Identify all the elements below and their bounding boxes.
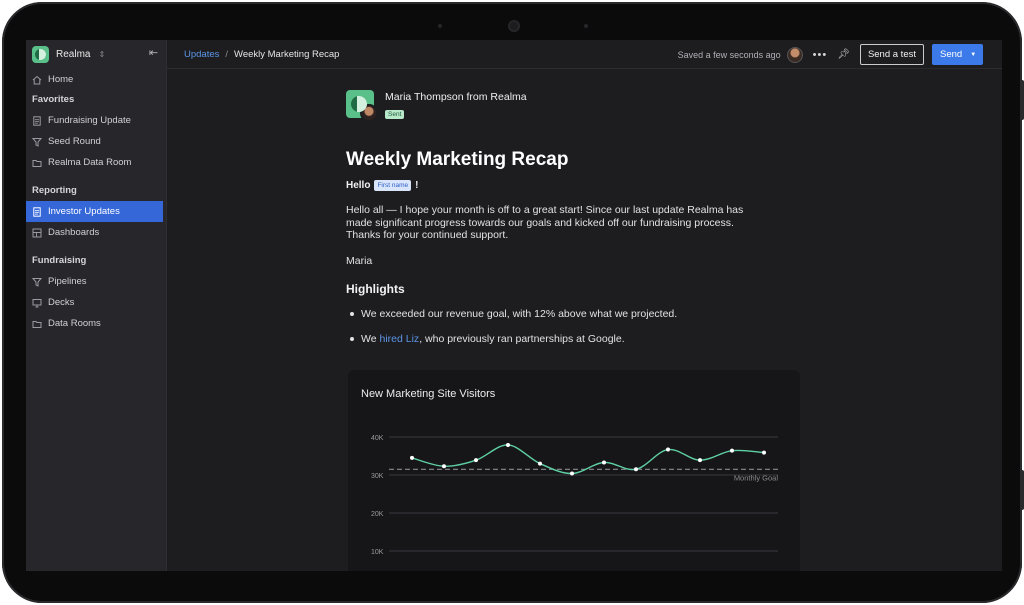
- data-point: [538, 461, 542, 466]
- data-point: [506, 442, 510, 447]
- sidebar-group-favorites: Favorites: [32, 94, 75, 105]
- greeting-end: !: [415, 180, 419, 191]
- sender-avatar: [360, 104, 378, 122]
- folder-icon: [32, 159, 42, 167]
- sidebar-item-label: Decks: [48, 297, 75, 308]
- sensor-dot: [584, 24, 588, 28]
- goal-label: Monthly Goal: [734, 473, 779, 482]
- document-icon: [33, 206, 41, 217]
- data-point: [474, 458, 478, 463]
- bullet-text: , who previously ran partnerships at Goo…: [419, 332, 625, 345]
- highlights-heading: Highlights: [346, 281, 405, 296]
- sender-header: Maria Thompson from Realma Sent: [346, 90, 766, 124]
- pipeline-icon: [32, 277, 42, 287]
- sidebar-item-label: Pipelines: [48, 276, 87, 287]
- folder-icon: [32, 320, 42, 328]
- collapse-sidebar-icon[interactable]: ⇤: [147, 47, 160, 60]
- sidebar-item-label: Realma Data Room: [48, 157, 132, 168]
- y-tick-label: 40K: [371, 435, 384, 442]
- data-point: [634, 467, 638, 472]
- status-badge: Sent: [385, 110, 405, 119]
- list-item: We exceeded our revenue goal, with 12% a…: [346, 308, 766, 333]
- realma-logo-icon: [32, 45, 49, 63]
- workspace-name: Realma: [56, 48, 91, 60]
- sidebar-item-pipelines[interactable]: Pipelines: [26, 271, 166, 292]
- send-test-button[interactable]: Send a test: [859, 44, 924, 65]
- chart-card: New Marketing Site Visitors 40K 30K 20K 10K…: [348, 370, 800, 571]
- data-point: [442, 464, 446, 469]
- body-paragraph: Hello all — I hope your month is off to …: [346, 204, 744, 241]
- data-point: [602, 460, 606, 465]
- breadcrumb-updates[interactable]: Updates: [184, 49, 219, 60]
- breadcrumb-current: Weekly Marketing Recap: [234, 48, 340, 60]
- document-icon: [33, 115, 41, 126]
- sidebar-item-dashboards[interactable]: Dashboards: [26, 222, 166, 243]
- pin-icon[interactable]: 📌︎: [837, 49, 850, 60]
- data-point: [762, 450, 766, 455]
- sidebar-item-fundraising-update[interactable]: Fundraising Update: [26, 110, 166, 131]
- saved-status: Saved a few seconds ago: [677, 49, 781, 60]
- sidebar-item-label: Seed Round: [48, 136, 101, 147]
- sensor-dot: [438, 24, 442, 28]
- power-button: [1020, 470, 1024, 510]
- visitors-line-chart: 40K 30K 20K 10K Monthly Goal: [371, 435, 779, 556]
- realma-logo-icon: [346, 90, 378, 122]
- sidebar: Realma ⇕ ⇤ Home Favorites Fundraising Up…: [26, 40, 167, 571]
- sidebar-item-realma-data-room[interactable]: Realma Data Room: [26, 152, 166, 173]
- sender-name: Maria Thompson from Realma: [385, 91, 527, 103]
- sidebar-item-investor-updates[interactable]: Investor Updates: [26, 201, 163, 222]
- caret-down-icon[interactable]: ▼: [970, 52, 976, 58]
- list-item: We hired Liz, who previously ran partner…: [346, 333, 766, 358]
- dashboard-icon: [32, 228, 42, 237]
- workspace-switcher[interactable]: Realma ⇕: [26, 40, 166, 68]
- email-content: Maria Thompson from Realma Sent Weekly M…: [346, 90, 766, 358]
- y-tick-label: 30K: [371, 473, 384, 480]
- chevron-updown-icon: ⇕: [98, 49, 106, 59]
- sidebar-item-label: Investor Updates: [48, 206, 120, 217]
- data-point: [570, 471, 574, 476]
- bullet-text: We: [361, 332, 380, 345]
- sidebar-item-seed-round[interactable]: Seed Round: [26, 131, 166, 152]
- volume-button: [1020, 80, 1024, 120]
- camera: [508, 20, 520, 32]
- y-tick-label: 20K: [371, 511, 384, 518]
- data-point: [730, 448, 734, 453]
- sidebar-item-label: Dashboards: [48, 227, 100, 238]
- sidebar-item-home[interactable]: Home: [26, 69, 166, 90]
- top-bar: Updates / Weekly Marketing Recap Saved a…: [167, 40, 1002, 69]
- send-button[interactable]: Send ▼: [932, 44, 983, 65]
- sidebar-item-label: Data Rooms: [48, 318, 101, 329]
- sidebar-item-label: Home: [48, 74, 74, 85]
- y-tick-label: 10K: [371, 549, 384, 556]
- email-title: Weekly Marketing Recap: [346, 149, 569, 170]
- app-screen: Realma ⇕ ⇤ Home Favorites Fundraising Up…: [26, 40, 1002, 571]
- sidebar-item-decks[interactable]: Decks: [26, 292, 166, 313]
- send-button-label: Send: [940, 49, 963, 60]
- sidebar-item-data-rooms[interactable]: Data Rooms: [26, 313, 166, 334]
- pipeline-icon: [32, 137, 42, 147]
- data-point: [410, 455, 414, 460]
- sidebar-item-label: Fundraising Update: [48, 115, 131, 126]
- hired-liz-link[interactable]: hired Liz: [379, 333, 419, 345]
- breadcrumb-separator: /: [225, 48, 229, 60]
- more-options-icon[interactable]: •••: [813, 49, 828, 61]
- signature: Maria: [346, 254, 373, 267]
- data-point: [666, 447, 670, 452]
- top-actions: Saved a few seconds ago ••• 📌︎ Send a te…: [678, 44, 983, 65]
- sidebar-group-fundraising: Fundraising: [32, 255, 87, 266]
- deck-icon: [32, 298, 42, 307]
- greeting-line: Hello First name !: [346, 180, 766, 191]
- home-icon: [32, 75, 42, 84]
- data-point: [698, 458, 702, 463]
- sidebar-group-reporting: Reporting: [32, 185, 77, 196]
- highlights-list: We exceeded our revenue goal, with 12% a…: [346, 308, 766, 358]
- merge-tag-first-name[interactable]: First name: [374, 180, 412, 191]
- device-frame: Realma ⇕ ⇤ Home Favorites Fundraising Up…: [2, 2, 1024, 603]
- user-avatar[interactable]: [786, 46, 803, 63]
- greeting: Hello: [346, 180, 371, 191]
